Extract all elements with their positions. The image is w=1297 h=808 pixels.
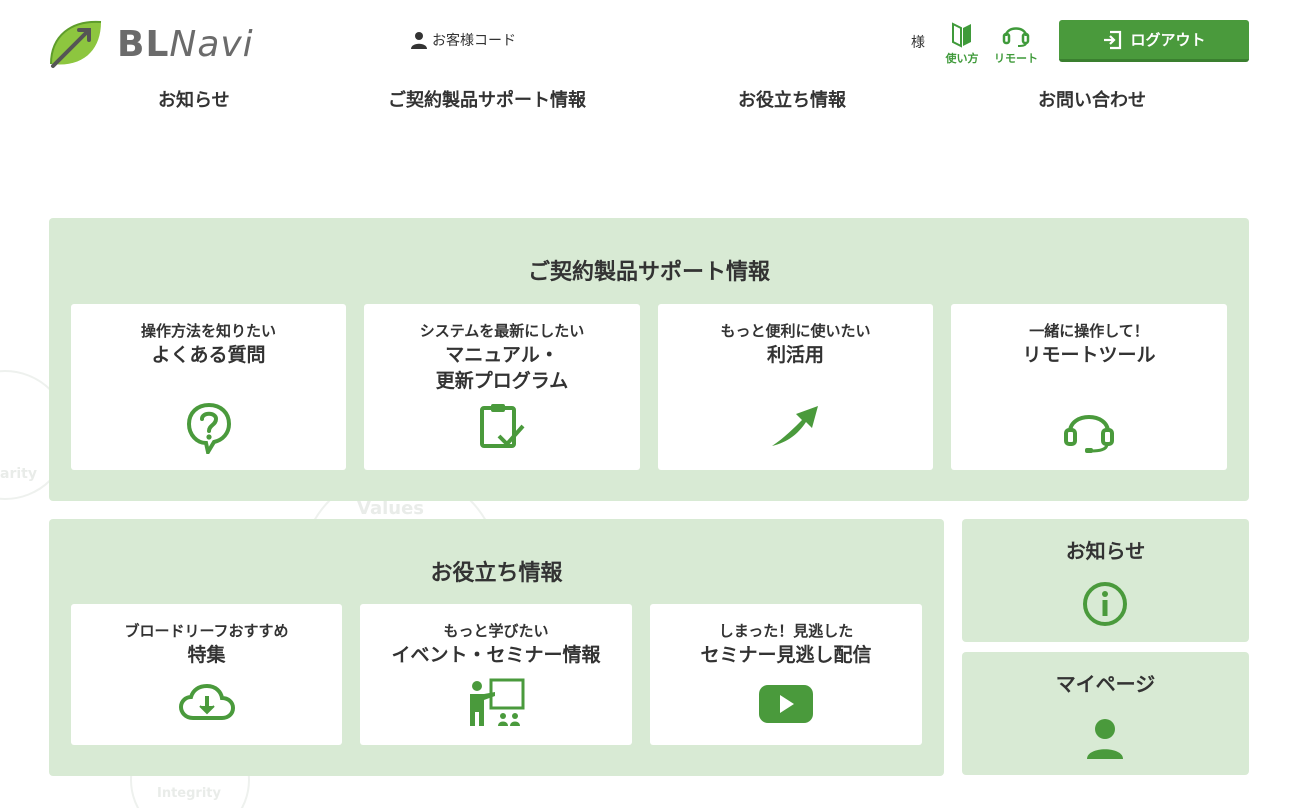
card-remote-tool-sub: 一緒に操作して！ (1029, 322, 1149, 340)
remote-label: リモート (994, 52, 1038, 65)
howto-link[interactable]: 使い方 (937, 20, 987, 66)
card-event-seminar-sub: もっと学びたい (443, 622, 549, 640)
logo-text-navi: Navi (169, 23, 254, 65)
logo-text: BLNavi (117, 24, 254, 65)
logo-text-bl: BL (117, 23, 170, 65)
user-icon (1087, 719, 1123, 759)
news-panel[interactable]: お知らせ (962, 519, 1249, 642)
nav-item-useful[interactable]: お役立ち情報 (738, 86, 846, 112)
presentation-icon (470, 678, 525, 726)
card-manual-title-line1: マニュアル・ (445, 344, 559, 366)
card-event-seminar[interactable]: もっと学びたい イベント・セミナー情報 (360, 604, 632, 745)
logout-label: ログアウト (1130, 31, 1206, 49)
play-video-icon (759, 685, 813, 723)
useful-panel-title: お役立ち情報 (430, 561, 563, 586)
headset-icon (1002, 27, 1030, 47)
support-panel-title: ご契約製品サポート情報 (527, 260, 770, 285)
logout-icon (1104, 30, 1122, 49)
remote-link[interactable]: リモート (991, 20, 1041, 66)
card-seminar-replay-title: セミナー見逃し配信 (700, 644, 872, 666)
card-event-seminar-title: イベント・セミナー情報 (391, 644, 601, 666)
cloud-download-icon (178, 684, 235, 720)
card-feature-title: 特集 (187, 644, 226, 666)
card-feature-sub: ブロードリーフおすすめ (124, 622, 289, 640)
headset-icon (1064, 415, 1114, 453)
user-icon (411, 32, 427, 49)
clipboard-check-icon (480, 404, 525, 448)
card-faq-title: よくある質問 (151, 344, 266, 366)
card-manual-sub: システムを最新にしたい (419, 322, 585, 340)
card-utilization[interactable]: もっと便利に使いたい 利活用 (658, 304, 933, 470)
nav-item-contact[interactable]: お問い合わせ (1038, 86, 1146, 112)
customer-code: お客様コード (410, 30, 516, 50)
info-icon (1083, 582, 1127, 626)
nav-item-news[interactable]: お知らせ (158, 86, 230, 112)
logo-leaf-icon (50, 20, 102, 68)
card-feature[interactable]: ブロードリーフおすすめ 特集 (71, 604, 342, 745)
bg-word-integrity: Integrity (157, 786, 221, 801)
question-icon (186, 402, 231, 454)
card-remote-tool[interactable]: 一緒に操作して！ リモートツール (951, 304, 1227, 470)
bg-word-values: Values (357, 498, 424, 519)
customer-code-label: お客様コード (432, 33, 516, 49)
honorific-label: 様 (911, 35, 925, 51)
bg-word-arity: arity (0, 466, 37, 482)
useful-panel: お役立ち情報 ブロードリーフおすすめ 特集 もっと学びたい イベント・セミナー情… (49, 519, 944, 776)
nav-item-support[interactable]: ご契約製品サポート情報 (388, 86, 586, 112)
card-faq[interactable]: 操作方法を知りたい よくある質問 (71, 304, 346, 470)
site-header: BLNavi お客様コード 様 使い方 リモート ログアウト お知らせ ご契約製… (0, 0, 1297, 130)
mypage-panel-title: マイページ (1055, 672, 1156, 696)
card-manual-title-line2: 更新プログラム (435, 370, 569, 392)
card-seminar-replay[interactable]: しまった！見逃した セミナー見逃し配信 (650, 604, 922, 745)
card-faq-sub: 操作方法を知りたい (140, 322, 276, 340)
card-manual[interactable]: システムを最新にしたい マニュアル・ 更新プログラム (364, 304, 640, 470)
logo[interactable]: BLNavi (47, 16, 297, 72)
arrow-up-icon (771, 406, 818, 446)
card-utilization-sub: もっと便利に使いたい (720, 322, 871, 340)
mypage-panel[interactable]: マイページ (962, 652, 1249, 775)
card-seminar-replay-sub: しまった！見逃した (718, 622, 854, 640)
beginner-mark-icon (952, 22, 971, 48)
news-panel-title: お知らせ (1065, 539, 1146, 563)
howto-label: 使い方 (945, 52, 979, 65)
card-remote-tool-title: リモートツール (1022, 344, 1156, 366)
card-utilization-title: 利活用 (766, 344, 824, 366)
support-panel: ご契約製品サポート情報 操作方法を知りたい よくある質問 システムを最新にしたい… (49, 218, 1249, 501)
logout-button[interactable]: ログアウト (1059, 20, 1249, 62)
